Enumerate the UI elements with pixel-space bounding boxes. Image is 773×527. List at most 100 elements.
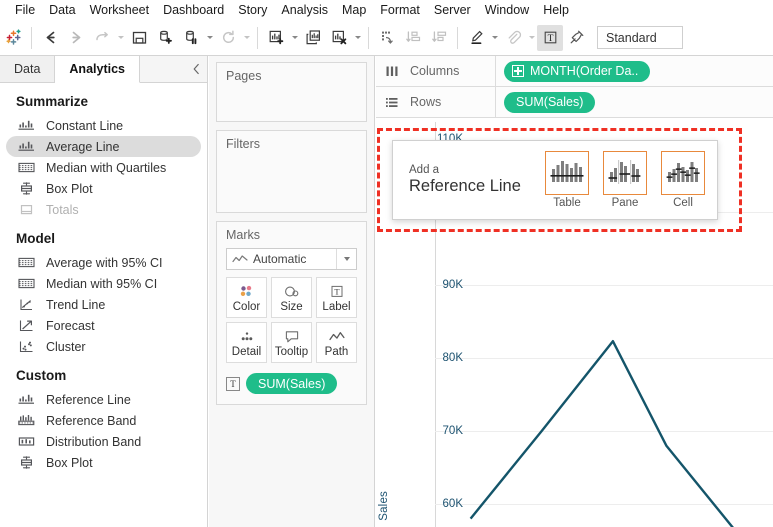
highlighter-caret-icon[interactable] [489,25,500,51]
date-expand-icon [512,65,524,77]
new-data-source-button[interactable] [152,25,178,51]
rows-shelf-label-box: Rows [376,87,496,117]
marks-pill-sum-sales[interactable]: SUM(Sales) [246,373,338,394]
menu-item-data[interactable]: Data [42,1,82,19]
show-labels-button[interactable]: T [537,24,563,51]
columns-shelf[interactable]: Columns MONTH(Order Da.. [376,56,773,87]
marks-color-button[interactable]: Color [226,277,267,318]
menu-item-worksheet[interactable]: Worksheet [83,1,157,19]
menu-item-format[interactable]: Format [373,1,427,19]
new-worksheet-button[interactable] [263,25,289,51]
back-button[interactable] [37,25,63,51]
drop-target-table-label: Table [553,197,581,209]
box-plot-icon [16,455,36,470]
line-mark-icon [227,254,253,264]
menu-item-map[interactable]: Map [335,1,373,19]
pill-month-order-date[interactable]: MONTH(Order Da.. [504,60,651,82]
reference-band-icon [16,413,36,428]
analytics-item-label: Box Plot [46,455,93,470]
pages-card[interactable]: Pages [216,62,367,122]
menu-item-dashboard[interactable]: Dashboard [156,1,231,19]
analytics-item-distribution-band[interactable]: Distribution Band [6,431,201,452]
chevron-left-icon[interactable] [185,56,207,82]
pill-sum-sales[interactable]: SUM(Sales) [504,91,596,113]
sort-descending-button[interactable] [426,25,452,51]
chevron-down-icon[interactable] [336,249,356,269]
rows-shelf-dropzone[interactable]: SUM(Sales) [496,91,596,113]
save-button[interactable] [126,25,152,51]
marks-detail-button[interactable]: Detail [226,322,267,363]
filters-card[interactable]: Filters [216,130,367,213]
analytics-item-forecast[interactable]: Forecast [6,315,201,336]
analytics-item-reference-line[interactable]: Reference Line [6,389,201,410]
sort-ascending-button[interactable] [400,25,426,51]
analytics-item-cluster[interactable]: Cluster [6,336,201,357]
refresh-caret-icon[interactable] [241,25,252,51]
new-worksheet-caret-icon[interactable] [289,25,300,51]
section-heading-summarize: Summarize [16,94,89,109]
refresh-button[interactable] [215,25,241,51]
pause-updates-button[interactable] [178,25,204,51]
highlighter-button[interactable] [463,25,489,51]
drop-target-pane[interactable]: Pane [603,151,647,209]
analytics-item-box-plot[interactable]: Box Plot [6,178,201,199]
distribution-band-icon [16,160,36,175]
duplicate-sheet-button[interactable] [300,25,326,51]
forecast-arrow-icon [16,318,36,333]
forward-button[interactable] [63,25,89,51]
menu-item-story[interactable]: Story [231,1,274,19]
reference-line-drop-line1: Add a [409,164,440,176]
analytics-item-median-with-quartiles[interactable]: Median with Quartiles [6,157,201,178]
fit-selector[interactable]: Standard [597,26,683,49]
analytics-item-label: Distribution Band [46,434,142,449]
tableau-logo-icon[interactable] [0,25,26,51]
push-pin-button[interactable] [563,25,589,51]
marks-path-button[interactable]: Path [316,322,357,363]
analytics-item-label: Trend Line [46,297,106,312]
analytics-item-constant-line[interactable]: Constant Line [6,115,201,136]
menu-item-window[interactable]: Window [478,1,536,19]
tab-data[interactable]: Data [0,56,56,82]
drop-target-table[interactable]: Table [545,151,589,209]
drop-target-cell[interactable]: Cell [661,151,705,209]
marks-tooltip-button[interactable]: Tooltip [271,322,312,363]
paperclip-caret-icon[interactable] [526,25,537,51]
detail-dots-icon [238,328,256,345]
cluster-icon [16,339,36,354]
paperclip-button[interactable] [500,25,526,51]
menu-item-file[interactable]: File [8,1,42,19]
marks-size-button[interactable]: Size [271,277,312,318]
reference-line-icon [16,139,36,154]
clear-sheet-button[interactable] [326,25,352,51]
undo-redo-caret-icon[interactable] [115,25,126,51]
analytics-item-box-plot-custom[interactable]: Box Plot [6,452,201,473]
analytics-item-trend-line[interactable]: Trend Line [6,294,201,315]
tab-analytics[interactable]: Analytics [55,56,140,83]
mark-type-selector[interactable]: Automatic [226,248,357,270]
analytics-item-median-with-95-ci[interactable]: Median with 95% CI [6,273,201,294]
marks-pill-row: T SUM(Sales) [226,373,357,394]
pill-label: MONTH(Order Da.. [530,64,639,78]
marks-card: Marks Automatic Color Size T Label Detai… [216,221,367,405]
analytics-item-totals[interactable]: Totals [6,199,201,220]
analytics-item-average-line[interactable]: Average Line [6,136,201,157]
section-heading-custom: Custom [16,368,67,383]
analytics-item-reference-band[interactable]: Reference Band [6,410,201,431]
pause-updates-caret-icon[interactable] [204,25,215,51]
marks-label-button[interactable]: T Label [316,277,357,318]
size-circles-icon [283,283,301,300]
menu-item-analysis[interactable]: Analysis [274,1,335,19]
analytics-item-average-with-95-ci[interactable]: Average with 95% CI [6,252,201,273]
columns-shelf-dropzone[interactable]: MONTH(Order Da.. [496,60,651,82]
tableau-application-window: File Data Worksheet Dashboard Story Anal… [0,0,773,527]
clear-sheet-caret-icon[interactable] [352,25,363,51]
menu-item-help[interactable]: Help [536,1,576,19]
tooltip-bubble-icon [283,328,301,345]
analytics-item-label: Constant Line [46,118,124,133]
rows-shelf[interactable]: Rows SUM(Sales) [376,87,773,118]
columns-shelf-label: Columns [410,64,460,78]
rows-icon [385,96,403,109]
menu-item-server[interactable]: Server [427,1,478,19]
swap-axes-button[interactable] [374,25,400,51]
undo-redo-button[interactable] [89,25,115,51]
